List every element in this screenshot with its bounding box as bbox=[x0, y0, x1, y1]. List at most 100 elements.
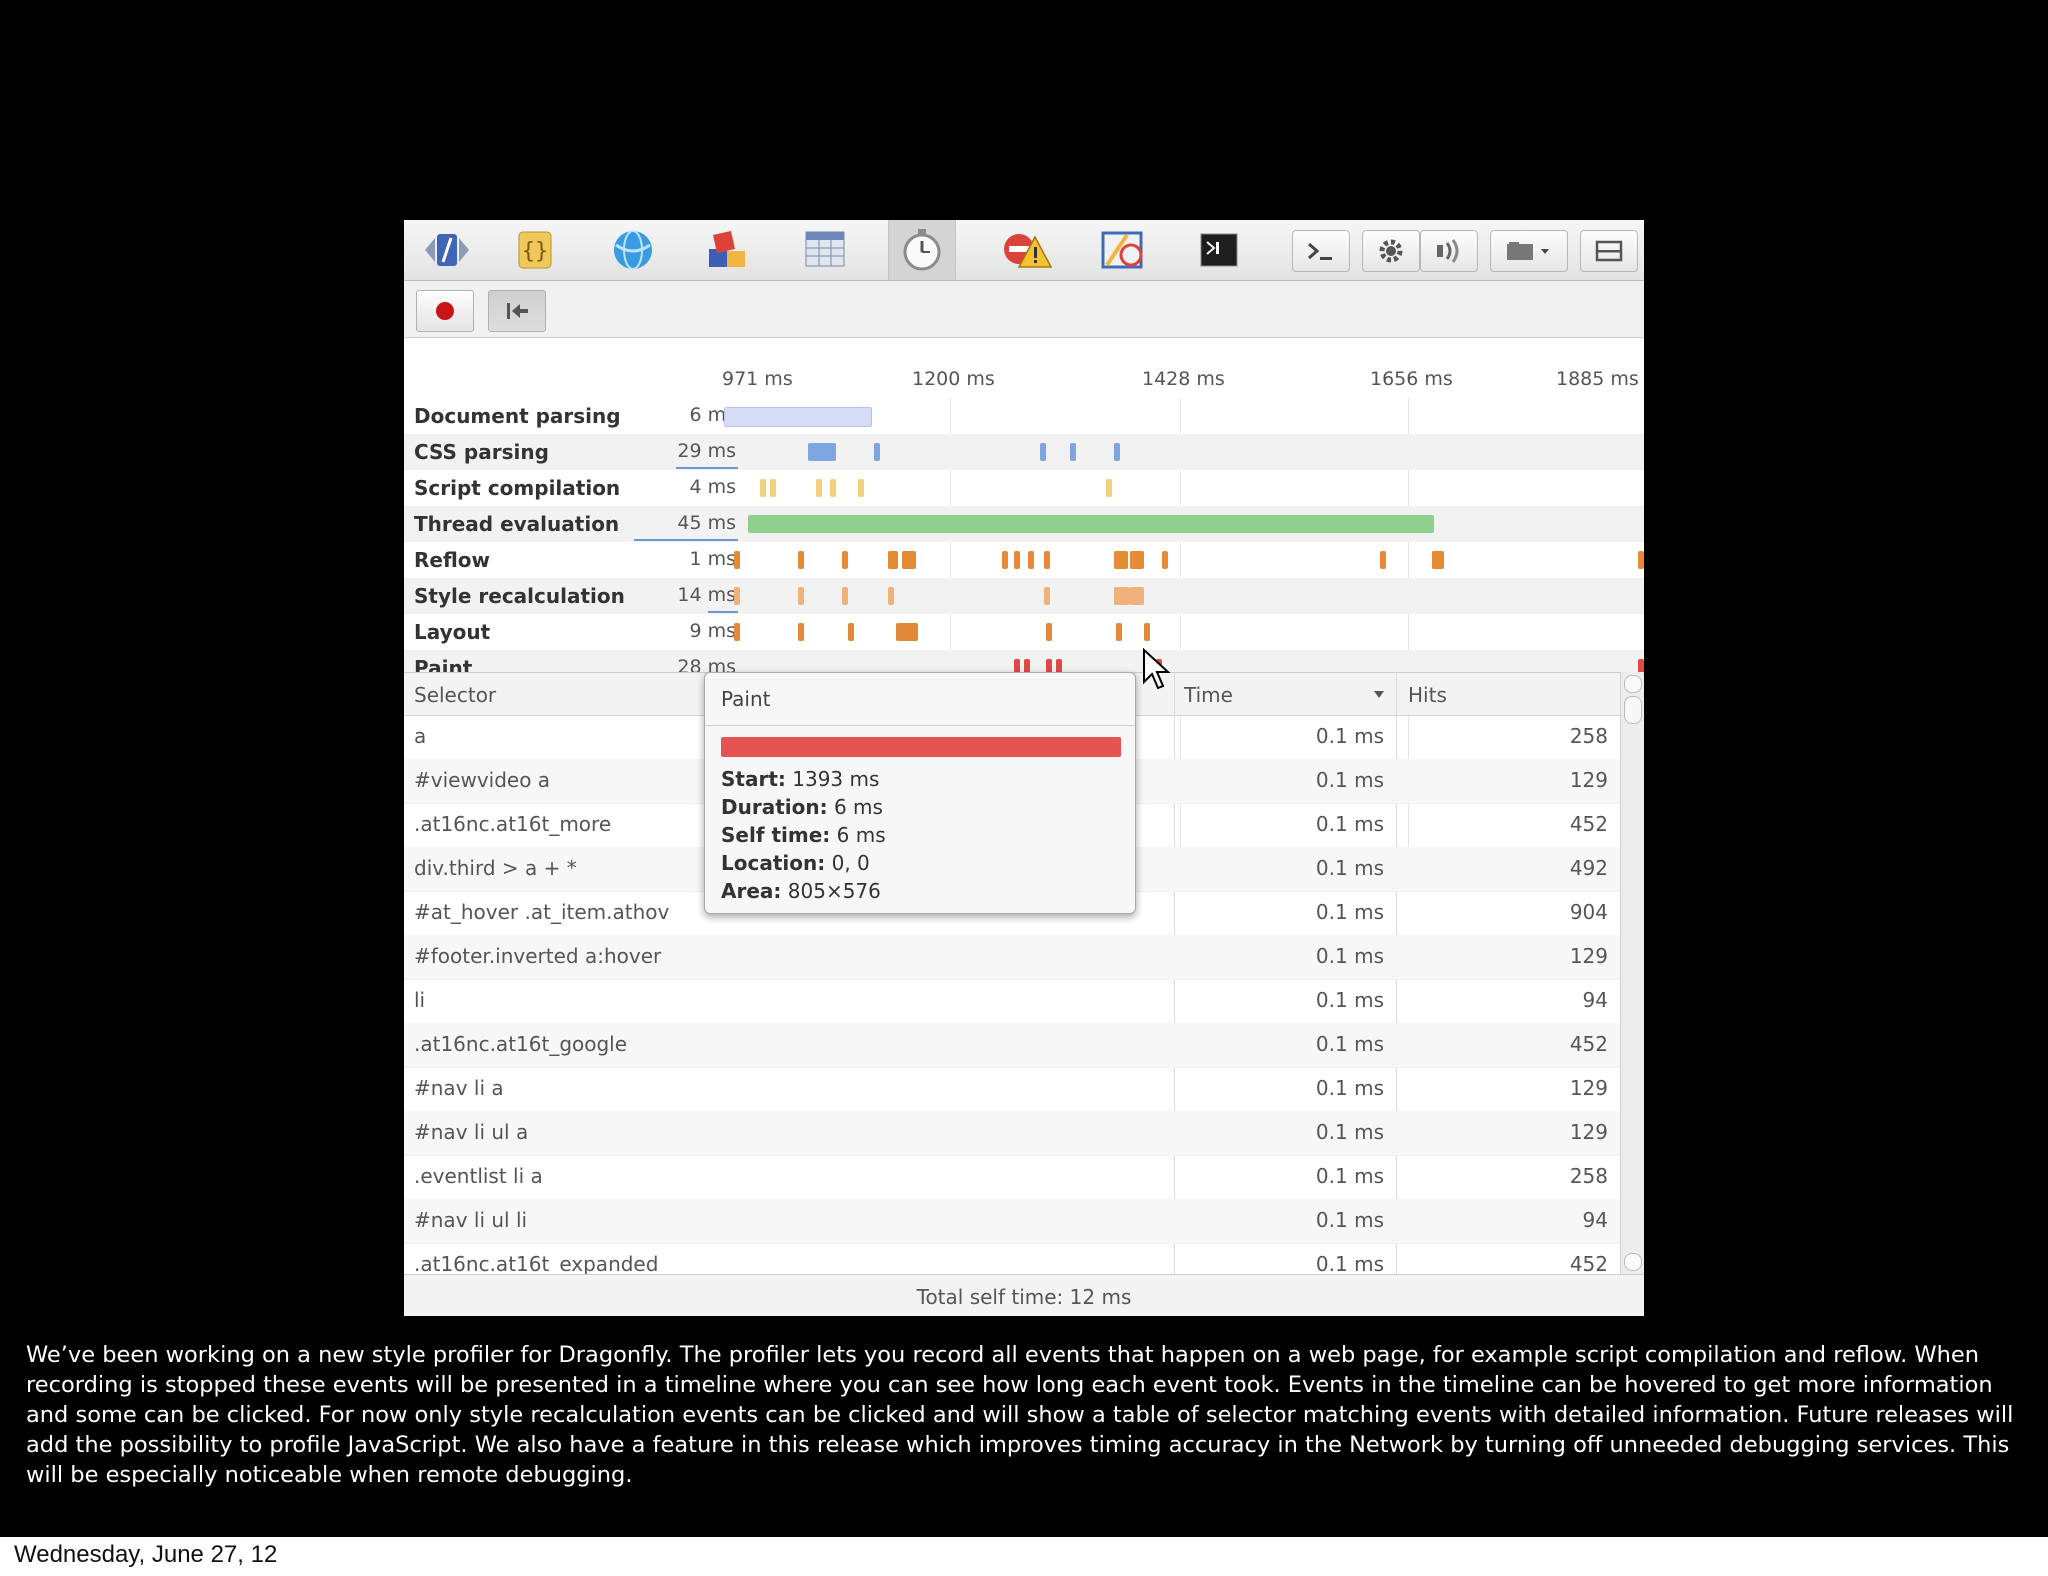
settings-icon bbox=[1379, 239, 1403, 263]
utilities-icon[interactable] bbox=[1090, 226, 1156, 274]
hits-cell: 94 bbox=[1582, 988, 1608, 1012]
timeline-event-bar[interactable] bbox=[1130, 587, 1144, 605]
dock-menu-button[interactable] bbox=[1490, 230, 1568, 272]
timeline-event-bar[interactable] bbox=[1638, 551, 1644, 569]
tooltip-key: Duration: bbox=[721, 795, 828, 819]
timeline-event-bar[interactable] bbox=[770, 479, 776, 497]
timeline-event-bar[interactable] bbox=[1380, 551, 1386, 569]
scripts-icon[interactable]: {} bbox=[502, 226, 568, 274]
tooltip-key: Start: bbox=[721, 767, 786, 791]
time-column-header[interactable]: Time bbox=[1184, 683, 1233, 707]
selector-cell: #nav li a bbox=[414, 1076, 504, 1100]
console-icon[interactable] bbox=[1186, 226, 1252, 274]
command-line-button[interactable] bbox=[1292, 230, 1350, 272]
main-toolbar: {} bbox=[404, 220, 1644, 281]
time-cell: 0.1 ms bbox=[1315, 1076, 1384, 1100]
timeline-row-thread-evaluation: Thread evaluation 45 ms bbox=[404, 506, 1644, 542]
timeline-event-bar[interactable] bbox=[734, 623, 740, 641]
timeline-event-bar[interactable] bbox=[888, 551, 898, 569]
remote-debug-icon bbox=[1437, 239, 1459, 263]
timeline-event-bar[interactable] bbox=[1070, 443, 1076, 461]
table-footer: Total self time: 12 ms bbox=[404, 1274, 1644, 1316]
timeline-event-bar[interactable] bbox=[1040, 443, 1046, 461]
table-row[interactable]: li 0.1 ms 94 bbox=[404, 979, 1624, 1024]
timeline-event-bar[interactable] bbox=[734, 587, 740, 605]
timeline-event-bar[interactable] bbox=[1046, 623, 1052, 641]
timeline-event-bar[interactable] bbox=[1106, 479, 1112, 497]
timeline-event-bar[interactable] bbox=[842, 551, 848, 569]
timeline-tick-label: 1428 ms bbox=[1142, 368, 1225, 390]
settings-button[interactable] bbox=[1362, 230, 1420, 272]
jump-to-start-button[interactable] bbox=[488, 290, 546, 332]
timeline-event-bar[interactable] bbox=[798, 623, 804, 641]
timeline-event-bar[interactable] bbox=[1144, 623, 1150, 641]
event-type-label: Reflow bbox=[414, 548, 491, 572]
documents-icon[interactable] bbox=[414, 226, 480, 274]
network-icon[interactable] bbox=[600, 226, 666, 274]
timeline-event-bar[interactable] bbox=[1044, 551, 1050, 569]
time-cell: 0.1 ms bbox=[1315, 1032, 1384, 1056]
timeline-event-bar[interactable] bbox=[808, 443, 836, 461]
timeline-row-reflow: Reflow 1 ms bbox=[404, 542, 1644, 578]
scroll-down-arrow-icon[interactable] bbox=[1624, 1253, 1642, 1271]
tooltip-value: 1393 ms bbox=[792, 767, 880, 791]
timeline-event-bar[interactable] bbox=[1114, 551, 1128, 569]
timeline-event-bar[interactable] bbox=[798, 587, 804, 605]
timeline-event-bar[interactable] bbox=[734, 551, 740, 569]
timeline-event-bar[interactable] bbox=[1130, 551, 1144, 569]
timeline-event-bar[interactable] bbox=[748, 515, 1434, 533]
table-row[interactable]: #nav li a 0.1 ms 129 bbox=[404, 1067, 1624, 1112]
table-row[interactable]: .eventlist li a 0.1 ms 258 bbox=[404, 1155, 1624, 1200]
tooltip-divider bbox=[705, 725, 1135, 726]
jump-to-start-icon bbox=[507, 303, 528, 319]
timeline-event-bar[interactable] bbox=[1162, 551, 1168, 569]
timeline-event-bar[interactable] bbox=[858, 479, 864, 497]
timeline-tick-label: 1656 ms bbox=[1370, 368, 1453, 390]
timeline-event-bar[interactable] bbox=[760, 479, 766, 497]
profiler-icon[interactable] bbox=[888, 220, 956, 280]
timeline-event-bar[interactable] bbox=[1432, 551, 1444, 569]
timeline-row-style-recalculation: Style recalculation 14 ms bbox=[404, 578, 1644, 614]
timeline-event-bar[interactable] bbox=[798, 551, 804, 569]
time-cell: 0.1 ms bbox=[1315, 1252, 1384, 1276]
timeline-row-script-compilation: Script compilation 4 ms bbox=[404, 470, 1644, 506]
timeline-event-bar[interactable] bbox=[1116, 623, 1122, 641]
timeline-event-bar[interactable] bbox=[842, 587, 848, 605]
timeline-event-bar[interactable] bbox=[724, 407, 872, 427]
timeline-event-bar[interactable] bbox=[1028, 551, 1034, 569]
hits-column-header[interactable]: Hits bbox=[1408, 683, 1447, 707]
split-view-button[interactable] bbox=[1580, 230, 1638, 272]
scroll-up-arrow-icon[interactable] bbox=[1624, 675, 1642, 693]
slide-date: Wednesday, June 27, 12 bbox=[14, 1541, 278, 1568]
timeline-event-bar[interactable] bbox=[1044, 587, 1050, 605]
table-row[interactable]: #nav li ul a 0.1 ms 129 bbox=[404, 1111, 1624, 1156]
timeline-event-bar[interactable] bbox=[902, 551, 916, 569]
timeline-event-bar[interactable] bbox=[888, 587, 894, 605]
timeline-event-bar[interactable] bbox=[1114, 587, 1130, 605]
selector-column-header[interactable]: Selector bbox=[414, 683, 496, 707]
table-scrollbar[interactable] bbox=[1620, 672, 1644, 1274]
hits-cell: 452 bbox=[1569, 1252, 1608, 1276]
slide-caption: We’ve been working on a new style profil… bbox=[26, 1342, 2014, 1488]
remote-debug-button[interactable] bbox=[1420, 230, 1478, 272]
tooltip-key: Area: bbox=[721, 879, 782, 903]
command-line-icon bbox=[1308, 242, 1332, 260]
timeline-event-bar[interactable] bbox=[848, 623, 854, 641]
timeline-event-bar[interactable] bbox=[1114, 443, 1120, 461]
table-row[interactable]: #footer.inverted a:hover 0.1 ms 129 bbox=[404, 935, 1624, 980]
timeline-event-bar[interactable] bbox=[816, 479, 822, 497]
storage-icon[interactable] bbox=[792, 226, 858, 274]
table-row[interactable]: #nav li ul li 0.1 ms 94 bbox=[404, 1199, 1624, 1244]
timeline-event-bar[interactable] bbox=[1014, 551, 1020, 569]
timeline-event-bar[interactable] bbox=[830, 479, 836, 497]
timeline-event-bar[interactable] bbox=[896, 623, 918, 641]
timeline-event-bar[interactable] bbox=[874, 443, 880, 461]
errors-icon[interactable] bbox=[994, 226, 1060, 274]
timeline-event-bar[interactable] bbox=[1002, 551, 1008, 569]
table-row[interactable]: .at16nc.at16t_google 0.1 ms 452 bbox=[404, 1023, 1624, 1068]
timeline-row-css-parsing: CSS parsing 29 ms bbox=[404, 434, 1644, 470]
scrollbar-thumb[interactable] bbox=[1624, 696, 1642, 724]
event-type-time: 29 ms bbox=[677, 440, 736, 462]
resources-icon[interactable] bbox=[694, 226, 760, 274]
record-button[interactable] bbox=[416, 290, 474, 332]
